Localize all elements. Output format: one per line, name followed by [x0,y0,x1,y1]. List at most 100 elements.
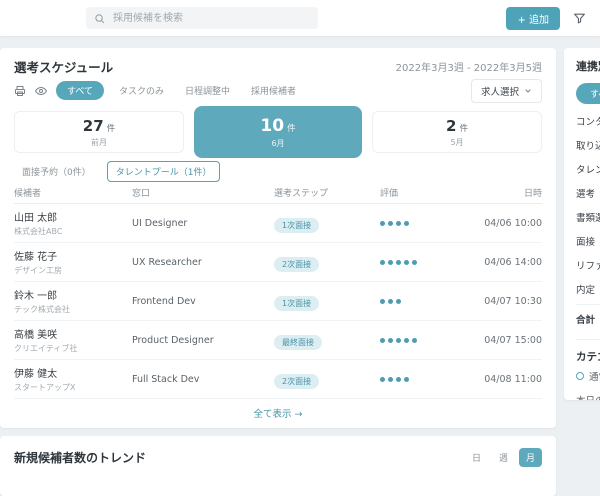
stat-card-june[interactable]: 10 件 6月 [194,106,362,158]
candidate-name: 高橋 美咲 [14,330,58,341]
sidebar-item-interview[interactable]: 面接 [576,229,600,253]
stat-card-prev[interactable]: 27 件 前月 [14,111,184,153]
table-row[interactable]: 高橋 美咲 クリエイティブ社 Product Designer 最終面接 04/… [14,321,542,360]
candidate-role: Full Stack Dev [132,373,200,385]
tab-tasks-only[interactable]: タスクのみ [113,81,170,100]
step-badge: 最終面接 [274,335,322,350]
step-cell: 2次面接 [274,252,380,272]
col-rating: 評価 [380,189,399,199]
stat-label: 6月 [271,138,285,148]
rating-dots [380,259,476,265]
step-cell: 2次面接 [274,369,380,389]
table-row[interactable]: 伊藤 健太 スタートアップX Full Stack Dev 2次面接 04/08… [14,360,542,399]
category-item-label: 本日の [576,393,600,400]
datetime: 04/06 10:00 [484,217,542,229]
stat-unit: 件 [459,123,468,134]
period-toggles: 日 週 月 [465,448,542,467]
stat-value: 10 [260,115,285,136]
table-row[interactable]: 山田 太郎 株式会社ABC UI Designer 1次面接 04/06 10:… [14,204,542,243]
stat-value-row: 2 件 [446,117,468,135]
datetime: 04/07 15:00 [484,334,542,346]
candidate-company: スタートアップX [14,383,76,392]
sidebar-item-total[interactable]: 合計 [576,304,600,331]
toggle-month[interactable]: 月 [518,448,542,467]
tab-all[interactable]: すべて [56,81,105,100]
sidebar-item-contact[interactable]: コンタクト [576,109,600,133]
main-column: 選考スケジュール 2022年3月3週 - 2022年3月5週 すべて タスクのみ… [0,48,556,496]
table-row[interactable]: 佐藤 花子 デザイン工房 UX Researcher 2次面接 04/06 14… [14,243,542,282]
candidate-cell: 佐藤 花子 デザイン工房 [14,248,132,276]
sidebar-item-offer[interactable]: 内定 [576,277,600,301]
stat-card-may[interactable]: 2 件 5月 [372,111,542,153]
col-window: 窓口 [132,189,151,199]
schedule-card-header: 選考スケジュール 2022年3月3週 - 2022年3月5週 [0,48,556,81]
tab-candidates[interactable]: 採用候補者 [245,81,302,100]
chip-talent-pool[interactable]: タレントプール（1件） [106,160,221,182]
stats-row: 27 件 前月 10 件 6月 2 件 5月 [0,105,556,159]
candidate-cell: 鈴木 一郎 テック株式会社 [14,287,132,315]
col-datetime: 日時 [523,189,542,199]
sidebar-item-import[interactable]: 取り込み [576,133,600,157]
step-badge: 2次面接 [274,257,320,272]
schedule-card: 選考スケジュール 2022年3月3週 - 2022年3月5週 すべて タスクのみ… [0,48,556,428]
schedule-toolbar: すべて タスクのみ 日程調整中 採用候補者 求人選択 [0,78,556,105]
step-badge: 1次面接 [274,218,320,233]
sidebar-item-reference[interactable]: リファレンス [576,253,600,277]
datetime: 04/06 14:00 [484,256,542,268]
circle-icon [576,372,584,380]
integration-panel-title: 連携別候補者数 [576,60,600,73]
filter-button[interactable] [573,12,586,25]
sidebar-all-button[interactable]: すべて [576,83,600,104]
sidebar-item-screening[interactable]: 選考 [576,181,600,205]
rating-dots [380,298,476,304]
toggle-week[interactable]: 週 [492,448,515,467]
table-row[interactable]: 鈴木 一郎 テック株式会社 Frontend Dev 1次面接 04/07 10… [14,282,542,321]
job-select-label: 求人選択 [480,86,519,98]
stat-value-row: 27 件 [83,117,115,135]
step-badge: 2次面接 [274,374,320,389]
chip-interview-reservation[interactable]: 面接予約（0件） [14,162,99,181]
candidate-name: 鈴木 一郎 [14,291,58,302]
print-button[interactable] [14,85,26,97]
category-item-normal[interactable]: 通常 [576,364,600,388]
candidate-name: 伊藤 健太 [14,369,58,380]
tab-scheduling[interactable]: 日程調整中 [179,81,236,100]
sidebar-item-document-screening[interactable]: 書類選考 [576,205,600,229]
step-cell: 1次面接 [274,213,380,233]
candidate-name: 山田 太郎 [14,213,58,224]
category-title: カテゴリ [576,339,600,364]
candidate-company: デザイン工房 [14,266,62,275]
step-badge: 1次面接 [274,296,320,311]
category-item-today[interactable]: 本日の [576,388,600,400]
rating-dots [380,220,476,226]
col-step: 選考ステップ [274,189,329,199]
trend-title: 新規候補者数のトレンド [14,451,147,465]
stat-value: 2 [446,116,457,135]
printer-icon [15,85,25,96]
page-title: 選考スケジュール [14,60,114,75]
col-candidate: 候補者 [14,189,42,199]
chevron-down-icon [525,89,531,92]
show-all-link[interactable]: 全て表示 → [14,399,542,428]
stat-value: 27 [82,116,104,135]
candidates-table: 候補者 窓口 選考ステップ 評価 日時 山田 太郎 株式会社ABC UI Des… [0,181,556,428]
add-button[interactable]: + 追加 [506,6,560,30]
job-select-dropdown[interactable]: 求人選択 [470,78,542,103]
stat-label: 前月 [91,137,107,147]
sidebar-item-talent-pool[interactable]: タレントプール [576,157,600,181]
search-input[interactable] [111,11,310,25]
candidate-role: Frontend Dev [132,295,196,307]
stat-label: 5月 [450,137,464,147]
toggle-day[interactable]: 日 [465,448,488,467]
content-area: 選考スケジュール 2022年3月3週 - 2022年3月5週 すべて タスクのみ… [0,36,600,496]
step-cell: 最終面接 [274,330,380,350]
rating-dots [380,376,476,382]
rating-dots [380,337,476,343]
candidate-cell: 山田 太郎 株式会社ABC [14,209,132,237]
candidate-cell: 高橋 美咲 クリエイティブ社 [14,326,132,354]
candidate-cell: 伊藤 健太 スタートアップX [14,365,132,393]
search-box[interactable] [86,7,318,29]
view-button[interactable] [35,85,47,97]
candidate-role: UX Researcher [132,256,202,268]
step-cell: 1次面接 [274,291,380,311]
